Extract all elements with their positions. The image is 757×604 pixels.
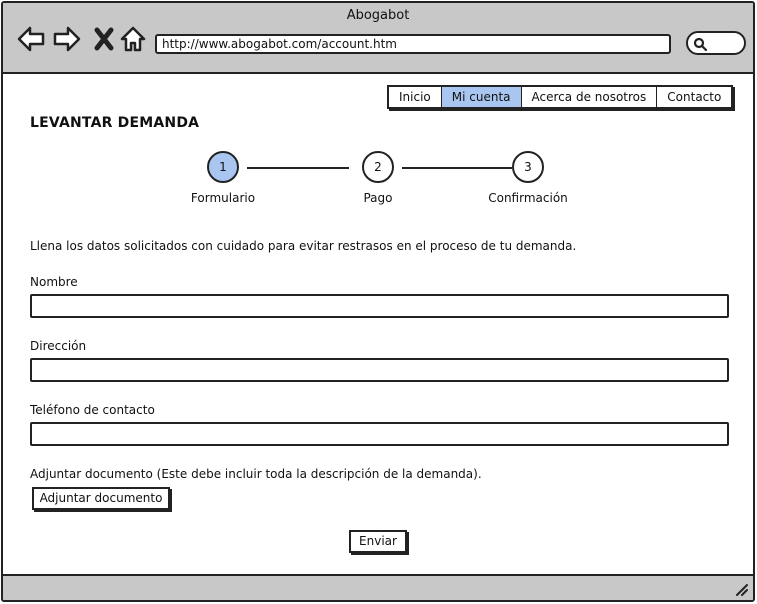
forward-icon[interactable] bbox=[52, 24, 82, 54]
direccion-field[interactable] bbox=[30, 358, 729, 382]
home-icon[interactable] bbox=[118, 24, 148, 54]
url-bar[interactable]: http://www.abogabot.com/account.htm bbox=[155, 34, 671, 54]
attach-document-button[interactable]: Adjuntar documento bbox=[32, 487, 170, 510]
menu-item-inicio[interactable]: Inicio bbox=[389, 87, 442, 107]
browser-window: Abogabot http://www.abogabot.com/account… bbox=[1, 1, 755, 602]
browser-search-box[interactable] bbox=[686, 31, 746, 55]
attach-document-label: Adjuntar documento (Este debe incluir to… bbox=[30, 467, 482, 481]
back-icon[interactable] bbox=[16, 24, 46, 54]
step-2-label: Pago bbox=[363, 191, 393, 205]
step-3-circle: 3 bbox=[512, 151, 544, 183]
telefono-field[interactable] bbox=[30, 422, 729, 446]
menu-item-contacto[interactable]: Contacto bbox=[657, 87, 731, 107]
step-3-label: Confirmación bbox=[488, 191, 568, 205]
step-connector bbox=[247, 167, 349, 169]
browser-statusbar bbox=[3, 574, 753, 600]
page-title: LEVANTAR DEMANDA bbox=[30, 115, 200, 131]
menu-item-mi-cuenta[interactable]: Mi cuenta bbox=[441, 87, 522, 107]
step-connector bbox=[402, 167, 512, 169]
step-1-circle: 1 bbox=[207, 151, 239, 183]
direccion-label: Dirección bbox=[30, 339, 87, 353]
browser-titlebar: Abogabot http://www.abogabot.com/account… bbox=[3, 3, 753, 74]
close-icon[interactable] bbox=[89, 24, 119, 54]
resize-grip-icon[interactable] bbox=[733, 581, 749, 597]
telefono-label: Teléfono de contacto bbox=[30, 403, 155, 417]
form-intro-text: Llena los datos solicitados con cuidado … bbox=[30, 239, 577, 253]
nombre-label: Nombre bbox=[30, 275, 78, 289]
nombre-field[interactable] bbox=[30, 294, 729, 318]
step-1-label: Formulario bbox=[190, 191, 256, 205]
window-title: Abogabot bbox=[346, 8, 410, 23]
top-menu: Inicio Mi cuenta Acerca de nosotros Cont… bbox=[387, 85, 734, 109]
search-icon bbox=[693, 37, 708, 52]
submit-button[interactable]: Enviar bbox=[349, 530, 407, 553]
step-2-circle: 2 bbox=[362, 151, 394, 183]
menu-item-acerca[interactable]: Acerca de nosotros bbox=[522, 87, 658, 107]
